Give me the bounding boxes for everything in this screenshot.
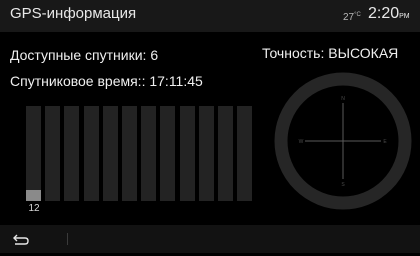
compass-label-w: W [299, 139, 304, 145]
back-arrow-icon [13, 234, 29, 245]
satellite-compass: N E S W [274, 72, 412, 210]
clock-ampm: PM [399, 13, 410, 20]
back-button[interactable] [8, 227, 34, 251]
signal-strength-bars [26, 106, 253, 201]
temperature-readout: 27°C [343, 12, 361, 23]
page-title: GPS-информация [10, 5, 137, 22]
bottom-bar [0, 225, 420, 253]
available-satellites: Доступные спутники: 6 [10, 47, 159, 63]
satellite-time: Спутниковое время:: 17:11:45 [10, 73, 203, 89]
divider [67, 233, 68, 245]
signal-bar [83, 106, 99, 201]
signal-bar [122, 106, 137, 201]
signal-bar [45, 106, 61, 201]
signal-bar [141, 106, 157, 201]
status-bar: GPS-информация 27°C 2:20PM [0, 0, 420, 32]
signal-bar [218, 106, 233, 201]
signal-bar [237, 106, 253, 201]
temperature-value: 27 [343, 12, 355, 23]
signal-bar [179, 106, 195, 201]
temperature-unit: °C [354, 12, 361, 18]
signal-bar [26, 106, 41, 201]
clock: 2:20PM [368, 5, 410, 23]
signal-bar-fill [26, 189, 41, 201]
signal-bar [198, 106, 214, 201]
clock-time: 2:20 [368, 5, 400, 22]
compass-label-e: E [383, 139, 387, 145]
signal-bar-label: 12 [28, 203, 40, 214]
compass-label-n: N [341, 96, 345, 102]
signal-bar [160, 106, 176, 201]
signal-bar [102, 106, 118, 201]
signal-bar [64, 106, 80, 201]
accuracy-label: Точность: ВЫСОКАЯ [262, 45, 399, 61]
compass-label-s: S [341, 182, 345, 188]
